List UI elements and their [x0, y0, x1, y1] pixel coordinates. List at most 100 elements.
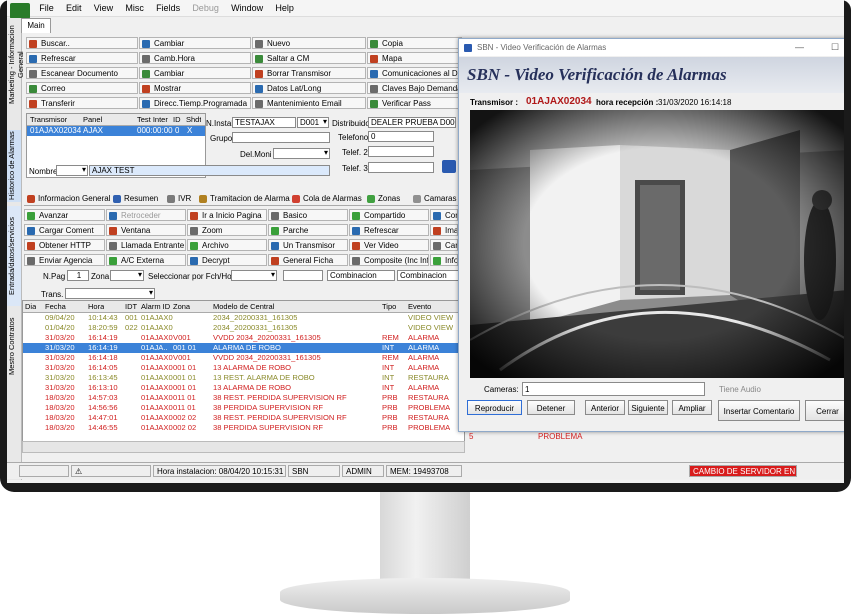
maximize-icon[interactable]: ☐	[831, 39, 839, 56]
action-button-1-2[interactable]: Zoom	[187, 224, 267, 236]
menu-misc[interactable]: Misc	[120, 0, 149, 16]
toolbar-button-2-3[interactable]: Comunicaciones al Di	[367, 67, 462, 79]
toolbar-button-4-2[interactable]: Mantenimiento Email	[252, 97, 366, 109]
action-button-3-0[interactable]: Enviar Agencia	[24, 254, 105, 266]
action-button-2-2[interactable]: Archivo	[187, 239, 267, 251]
zona-select[interactable]	[110, 270, 144, 281]
action-button-1-3[interactable]: Parche	[268, 224, 348, 236]
action-button-1-0[interactable]: Cargar Coment	[24, 224, 105, 236]
n-instal-field[interactable]: TESTAJAX	[232, 117, 296, 128]
toolbar-button-0-3[interactable]: Copia	[367, 37, 462, 49]
previous-button[interactable]: Anterior	[585, 400, 625, 415]
action-button-0-5[interactable]: Con	[430, 209, 458, 221]
toolbar-button-2-2[interactable]: Borrar Transmisor	[252, 67, 366, 79]
table-row[interactable]: 18/03/20 14:47:01 01AJAX0 002 02 38 REST. PE…	[23, 413, 463, 423]
nombre-field[interactable]: AJAX TEST	[89, 165, 330, 176]
action-button-1-5[interactable]: Ima	[430, 224, 458, 236]
action-button-3-4[interactable]: Composite (Inc Info)	[349, 254, 429, 266]
toolbar-button-3-1[interactable]: Mostrar	[139, 82, 251, 94]
npag-field[interactable]: 1	[67, 270, 89, 281]
distribuidor-field[interactable]: DEALER PRUEBA D0001	[368, 117, 456, 128]
toolbar-button-1-2[interactable]: Saltar a CM	[252, 52, 366, 64]
action-button-0-4[interactable]: Compartido	[349, 209, 429, 221]
toolbar-button-4-0[interactable]: Transferir	[26, 97, 138, 109]
vtab-historico[interactable]: Historico de Alarmas	[7, 130, 21, 202]
subtab-zonas[interactable]: Zonas	[366, 192, 400, 205]
table-row[interactable]: 31/03/20 16:13:10 01AJAX0 001 01 13 ALARMA D…	[23, 383, 463, 393]
subtab-tramitacion[interactable]: Tramitacion de Alarma	[198, 192, 290, 205]
toolbar-button-1-0[interactable]: Refrescar	[26, 52, 138, 64]
next-button[interactable]: Siguiente	[628, 400, 668, 415]
table-row[interactable]: 31/03/20 16:14:18 01AJAX0 V001 VVDD 2034_202…	[23, 353, 463, 363]
toolbar-button-1-1[interactable]: Camb.Hora	[139, 52, 251, 64]
cameras-field[interactable]: 1	[522, 382, 705, 396]
toolbar-button-4-3[interactable]: Verificar Pass	[367, 97, 462, 109]
phone-icon[interactable]	[442, 160, 456, 173]
combinacion-field-1[interactable]: Combinacion	[327, 270, 395, 281]
vtab-entrada[interactable]: Entrada/datos/servicios	[7, 206, 21, 306]
del-moni-select[interactable]	[273, 148, 330, 159]
table-row[interactable]: 01/04/20 18:20:59 022 01AJAX0 2034_20200331_…	[23, 323, 463, 333]
table-row[interactable]: 18/03/20 14:57:03 01AJAX0 011 01 38 REST. PE…	[23, 393, 463, 403]
play-button[interactable]: Reproducir	[467, 400, 522, 415]
toolbar-button-0-0[interactable]: Buscar..	[26, 37, 138, 49]
action-button-0-0[interactable]: Avanzar	[24, 209, 105, 221]
menu-edit[interactable]: Edit	[61, 0, 87, 16]
menu-fields[interactable]: Fields	[151, 0, 185, 16]
subtab-cola[interactable]: Cola de Alarmas	[291, 192, 362, 205]
action-button-3-5[interactable]: Info	[430, 254, 458, 266]
table-row[interactable]: 09/04/20 10:14:43 001 01AJAX0 2034_20200331_…	[23, 313, 463, 323]
action-button-0-1[interactable]: Retroceder	[106, 209, 186, 221]
close-button[interactable]: Cerrar	[805, 400, 844, 421]
action-button-2-1[interactable]: Llamada Entrante	[106, 239, 186, 251]
action-button-3-1[interactable]: A/C Externa	[106, 254, 186, 266]
dealer-code-select[interactable]: D001	[297, 117, 329, 128]
grupo-field[interactable]	[232, 132, 330, 143]
action-button-2-4[interactable]: Ver Video	[349, 239, 429, 251]
action-button-3-3[interactable]: General Ficha	[268, 254, 348, 266]
menu-view[interactable]: View	[89, 0, 118, 16]
action-button-2-3[interactable]: Un Transmisor	[268, 239, 348, 251]
fch-hor-select[interactable]	[231, 270, 277, 281]
action-button-0-3[interactable]: Basico	[268, 209, 348, 221]
table-row[interactable]: 31/03/20 16:13:45 01AJAX0 001 01 13 REST. AL…	[23, 373, 463, 383]
telef2-field[interactable]	[368, 146, 434, 157]
telefono-field[interactable]: 0	[368, 131, 434, 142]
subtab-camaras[interactable]: Camaras	[412, 192, 456, 205]
action-button-2-5[interactable]: Can	[430, 239, 458, 251]
action-button-3-2[interactable]: Decrypt	[187, 254, 267, 266]
table-row[interactable]: 31/03/20 16:14:19 01AJAX0 V001 VVDD 2034_202…	[23, 333, 463, 343]
fch-value-field[interactable]	[283, 270, 323, 281]
subtab-resumen[interactable]: Resumen	[112, 192, 158, 205]
trans-select[interactable]	[65, 288, 155, 299]
toolbar-button-3-0[interactable]: Correo	[26, 82, 138, 94]
nombre-type-select[interactable]	[56, 165, 88, 176]
stop-button[interactable]: Detener	[527, 400, 575, 415]
table-row[interactable]: 31/03/20 16:14:19 01AJA.. 001 01 ALARMA DE R…	[23, 343, 463, 353]
enlarge-button[interactable]: Ampliar	[672, 400, 712, 415]
toolbar-button-0-2[interactable]: Nuevo	[252, 37, 366, 49]
insert-comment-button[interactable]: Insertar Comentario	[718, 400, 800, 421]
toolbar-button-3-3[interactable]: Claves Bajo Demanda	[367, 82, 462, 94]
menu-window[interactable]: Window	[226, 0, 268, 16]
vtab-marketing[interactable]: Marketing - Informacion General	[7, 20, 25, 110]
table-row[interactable]: 18/03/20 14:56:56 01AJAX0 011 01 38 PERDIDA …	[23, 403, 463, 413]
tab-main[interactable]: Main	[21, 18, 51, 33]
action-button-0-2[interactable]: Ir a Inicio Pagina	[187, 209, 267, 221]
vtab-contratos[interactable]: Mestro Contratos	[7, 310, 21, 382]
toolbar-button-3-2[interactable]: Datos Lat/Long	[252, 82, 366, 94]
toolbar-button-2-0[interactable]: Escanear Documento	[26, 67, 138, 79]
menu-file[interactable]: File	[34, 0, 59, 16]
toolbar-button-1-3[interactable]: Mapa	[367, 52, 462, 64]
minimize-icon[interactable]: —	[795, 39, 804, 56]
combinacion-field-2[interactable]: Combinacion	[397, 270, 459, 281]
horizontal-scrollbar[interactable]	[22, 441, 465, 453]
table-row[interactable]: 01AJAX02034 AJAX 000:00:00 0 X	[27, 126, 205, 136]
menu-help[interactable]: Help	[270, 0, 299, 16]
toolbar-button-0-1[interactable]: Cambiar	[139, 37, 251, 49]
subtab-ivr[interactable]: IVR	[166, 192, 191, 205]
telef3-field[interactable]	[368, 162, 434, 173]
action-button-2-0[interactable]: Obtener HTTP	[24, 239, 105, 251]
toolbar-button-4-1[interactable]: Direcc.Tiemp.Programada	[139, 97, 251, 109]
subtab-informacion-general[interactable]: Informacion General	[26, 192, 110, 205]
